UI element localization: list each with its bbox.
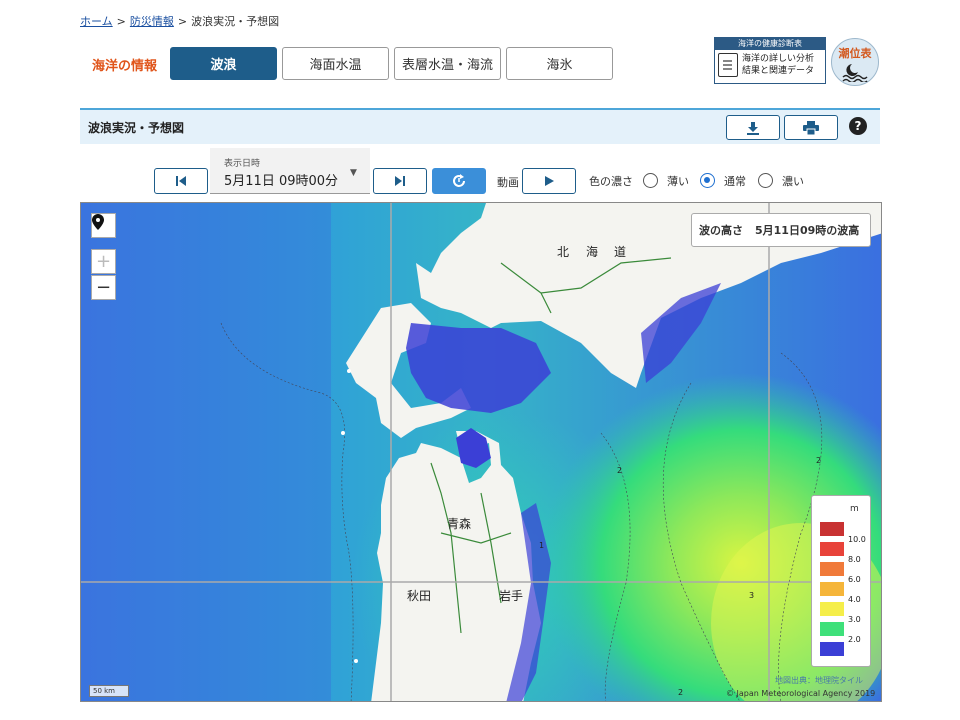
- place-label-aomori: 青森: [447, 517, 472, 531]
- depth-light-label: 薄い: [667, 175, 689, 188]
- legend-label: 3.0: [848, 615, 861, 624]
- section-label: 海洋の情報: [92, 59, 158, 74]
- play-button[interactable]: [522, 168, 576, 194]
- depth-light-radio[interactable]: [643, 173, 658, 188]
- depth-dark-label: 濃い: [782, 175, 804, 188]
- refresh-button[interactable]: [432, 168, 486, 194]
- zoom-in-button[interactable]: +: [91, 249, 116, 274]
- info-label: 波の高さ: [699, 224, 743, 237]
- datetime-label: 表示日時: [224, 159, 261, 169]
- title-bar: 波浪実況・予想図 ?: [80, 108, 880, 144]
- banner-title: 海洋の健康診断表: [715, 38, 825, 50]
- legend-label: 4.0: [848, 595, 861, 604]
- map-pin-icon: [92, 214, 104, 230]
- ocean-health-banner[interactable]: 海洋の健康診断表 海洋の詳しい分析 結果と関連データ: [714, 37, 826, 84]
- tile-attribution-link[interactable]: 地図出典：地理院タイル: [775, 675, 863, 686]
- legend-label: 6.0: [848, 575, 861, 584]
- wave-height-legend: m 10.0 8.0 6.0 4.0 3.0 2.0: [811, 495, 871, 667]
- datetime-value: 5月11日 09時00分: [224, 174, 339, 189]
- breadcrumb-disaster-link[interactable]: 防災情報: [130, 15, 174, 28]
- clipboard-icon: [718, 53, 738, 77]
- animation-label: 動画: [497, 176, 519, 189]
- help-icon[interactable]: ?: [849, 117, 867, 135]
- place-label-iwate: 岩手: [499, 589, 524, 603]
- legend-swatch: [820, 622, 844, 636]
- place-label: 海: [586, 245, 599, 259]
- location-button[interactable]: [91, 213, 116, 238]
- contour-label: 2: [816, 456, 822, 465]
- tab-surface-temp-current[interactable]: 表層水温・海流: [394, 47, 501, 80]
- info-time: 5月11日09時の波高: [755, 224, 860, 237]
- tab-sea-surface-temp[interactable]: 海面水温: [282, 47, 389, 80]
- breadcrumb: ホーム > 防災情報 > 波浪実況・予想図: [80, 13, 279, 29]
- island-marker: [347, 369, 351, 373]
- first-frame-button[interactable]: [154, 168, 208, 194]
- skip-forward-icon: [395, 176, 405, 186]
- last-frame-button[interactable]: [373, 168, 427, 194]
- legend-swatch: [820, 562, 844, 576]
- wave-moon-icon: [842, 64, 868, 84]
- legend-label: 2.0: [848, 635, 861, 644]
- tab-sea-ice[interactable]: 海氷: [506, 47, 613, 80]
- wave-map[interactable]: 2 2 2 1 3 北 海 道 青森 秋田 岩手 + − 波の高さ 5月11日0…: [80, 202, 882, 702]
- contour-label: 2: [617, 466, 623, 475]
- contour-label: 3: [749, 591, 755, 600]
- refresh-icon: [453, 174, 465, 187]
- tide-label: 潮位表: [838, 47, 872, 60]
- print-icon: [803, 120, 819, 135]
- skip-back-icon: [176, 176, 186, 186]
- sea-shading-west: [81, 203, 331, 701]
- jma-attribution: © Japan Meteorological Agency 2019: [726, 689, 876, 698]
- banner-line1: 海洋の詳しい分析: [742, 54, 815, 64]
- zoom-out-button[interactable]: −: [91, 275, 116, 300]
- play-icon: [545, 176, 554, 186]
- legend-swatch: [820, 642, 844, 656]
- depth-dark-radio[interactable]: [758, 173, 773, 188]
- page-title: 波浪実況・予想図: [88, 121, 185, 135]
- legend-swatch: [820, 602, 844, 616]
- contour-label: 2: [678, 688, 684, 697]
- print-button[interactable]: [784, 115, 838, 140]
- color-depth-label: 色の濃さ: [589, 175, 633, 188]
- tab-bar: 波浪 海面水温 表層水温・海流 海氷: [170, 47, 613, 80]
- wave-height-field: [81, 203, 881, 701]
- legend-label: 10.0: [848, 535, 866, 544]
- place-label: 北: [557, 245, 570, 259]
- place-label: 道: [614, 245, 627, 259]
- island-marker: [354, 659, 358, 663]
- download-button[interactable]: [726, 115, 780, 140]
- breadcrumb-separator: >: [177, 15, 188, 28]
- legend-swatch: [820, 582, 844, 596]
- download-icon: [747, 121, 759, 135]
- breadcrumb-home-link[interactable]: ホーム: [80, 15, 113, 28]
- depth-normal-label: 通常: [724, 175, 746, 188]
- legend-label: 8.0: [848, 555, 861, 564]
- dropdown-arrow-icon: ▼: [350, 168, 357, 178]
- place-label-akita: 秋田: [407, 589, 432, 603]
- breadcrumb-separator: >: [116, 15, 126, 28]
- legend-unit: m: [850, 504, 859, 514]
- breadcrumb-current: 波浪実況・予想図: [191, 15, 280, 28]
- contour-label: 1: [539, 541, 545, 550]
- map-info-box: 波の高さ 5月11日09時の波高: [691, 213, 871, 247]
- legend-swatch: [820, 542, 844, 556]
- island-marker: [341, 431, 345, 435]
- tide-table-link[interactable]: 潮位表: [831, 38, 879, 86]
- datetime-select[interactable]: 表示日時 5月11日 09時00分 ▼: [210, 148, 370, 194]
- depth-normal-radio[interactable]: [700, 173, 715, 188]
- scale-bar: 50 km: [89, 685, 129, 697]
- banner-line2: 結果と関連データ: [742, 66, 815, 76]
- legend-swatch: [820, 522, 844, 536]
- tab-waves[interactable]: 波浪: [170, 47, 277, 80]
